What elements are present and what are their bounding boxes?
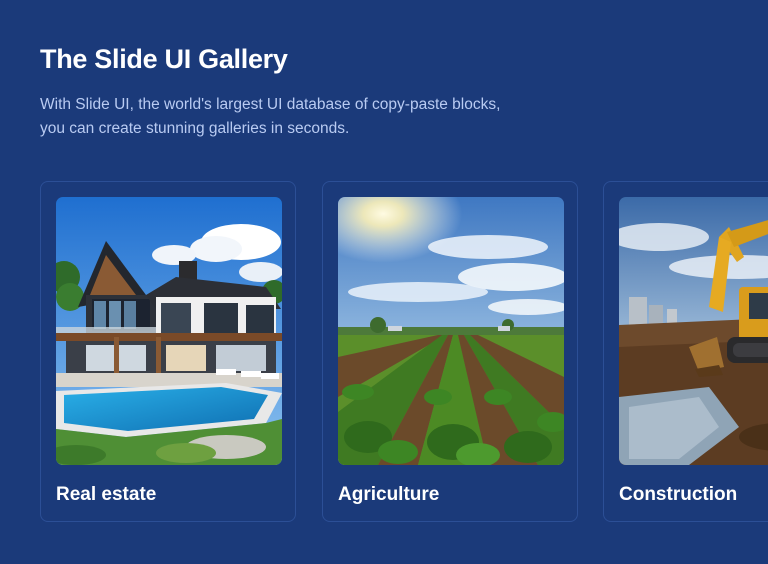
gallery-card-construction[interactable]: Construction bbox=[603, 181, 768, 522]
real-estate-image bbox=[56, 197, 282, 465]
gallery-card-real-estate[interactable]: Real estate bbox=[40, 181, 296, 522]
card-label-construction: Construction bbox=[619, 484, 738, 505]
card-label-real-estate: Real estate bbox=[56, 484, 157, 505]
description-line-2: you can create stunning galleries in sec… bbox=[40, 120, 350, 137]
page-title: The Slide UI Gallery bbox=[40, 44, 288, 74]
card-label-agriculture: Agriculture bbox=[338, 484, 440, 505]
construction-image bbox=[619, 197, 768, 465]
gallery-cards: Real estate Agriculture Construction bbox=[40, 181, 768, 524]
gallery-card-agriculture[interactable]: Agriculture bbox=[322, 181, 578, 522]
gallery-section: The Slide UI Gallery With Slide UI, the … bbox=[0, 0, 768, 564]
page-description: With Slide UI, the world's largest UI da… bbox=[40, 93, 600, 141]
agriculture-image bbox=[338, 197, 564, 465]
description-line-1: With Slide UI, the world's largest UI da… bbox=[40, 96, 501, 113]
